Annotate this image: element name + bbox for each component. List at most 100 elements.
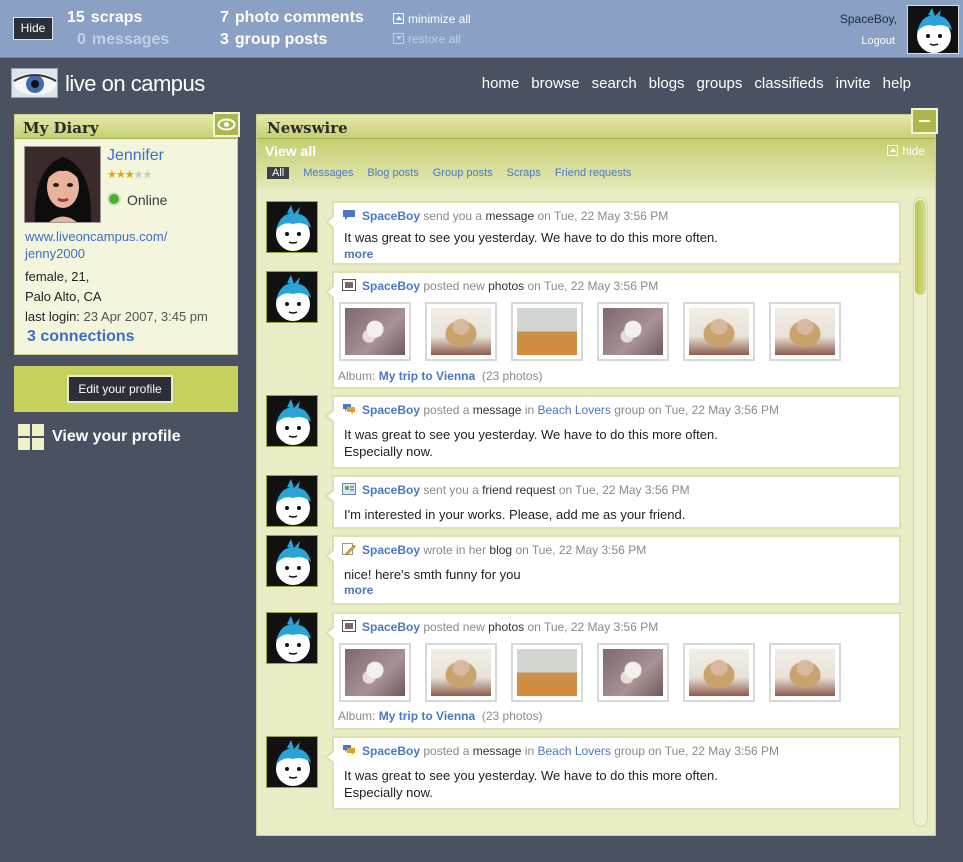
photo-thumbnail[interactable] bbox=[511, 643, 583, 702]
photo-thumbnail[interactable] bbox=[769, 302, 841, 361]
profile-url-line2: jenny2000 bbox=[25, 246, 85, 261]
nav-browse[interactable]: browse bbox=[531, 75, 579, 92]
messages-link[interactable]: 0 messages bbox=[77, 31, 169, 49]
photo-thumbnail[interactable] bbox=[683, 643, 755, 702]
item-user-link[interactable]: SpaceBoy bbox=[362, 403, 420, 417]
photo-thumbnail[interactable] bbox=[339, 302, 411, 361]
item-avatar[interactable] bbox=[266, 201, 318, 253]
album-link[interactable]: My trip to Vienna bbox=[379, 369, 475, 383]
item-meta: SpaceBoy posted new photos on Tue, 22 Ma… bbox=[342, 620, 658, 634]
hide-button[interactable]: Hide bbox=[13, 17, 53, 40]
logo-eye-icon[interactable] bbox=[11, 68, 58, 98]
diary-header: My Diary bbox=[15, 112, 240, 139]
item-user-link[interactable]: SpaceBoy bbox=[362, 620, 420, 634]
photo-icon bbox=[342, 620, 356, 632]
filter-group-posts[interactable]: Group posts bbox=[433, 167, 493, 179]
logout-link[interactable]: Logout bbox=[861, 35, 895, 47]
group-link[interactable]: Beach Lovers bbox=[538, 403, 611, 417]
item-object: photos bbox=[488, 279, 525, 293]
minimize-all-button[interactable]: minimize all bbox=[393, 12, 471, 26]
filter-friend-requests[interactable]: Friend requests bbox=[555, 167, 631, 179]
edit-profile-button[interactable]: Edit your profile bbox=[67, 375, 173, 403]
item-time: on Tue, 22 May 3:56 PM bbox=[515, 543, 647, 557]
photo-thumbnails bbox=[339, 302, 841, 361]
item-avatar[interactable] bbox=[266, 736, 318, 788]
filter-messages[interactable]: Messages bbox=[303, 167, 353, 179]
album-link[interactable]: My trip to Vienna bbox=[379, 709, 475, 723]
current-user-avatar[interactable] bbox=[907, 5, 959, 54]
messages-label: messages bbox=[91, 31, 170, 48]
newswire-toolbar: View all hide All Messages Blog posts Gr… bbox=[257, 139, 935, 189]
news-item-group-message: SpaceBoy posted a message in Beach Lover… bbox=[325, 736, 901, 810]
nav-home[interactable]: home bbox=[482, 75, 520, 92]
hide-newswire-button[interactable]: hide bbox=[887, 144, 925, 158]
item-avatar[interactable] bbox=[266, 395, 318, 447]
nav-groups[interactable]: groups bbox=[697, 75, 743, 92]
group-message-icon bbox=[342, 403, 356, 415]
photo-thumbnail[interactable] bbox=[683, 302, 755, 361]
item-avatar[interactable] bbox=[266, 612, 318, 664]
more-link[interactable]: more bbox=[344, 583, 373, 597]
news-item-group-message: SpaceBoy posted a message in Beach Lover… bbox=[325, 395, 901, 469]
news-item-photos: SpaceBoy posted new photos on Tue, 22 Ma… bbox=[325, 271, 901, 389]
connections-link[interactable]: 3 connections bbox=[27, 328, 135, 346]
blog-pencil-icon bbox=[342, 543, 356, 556]
hide-newswire-label: hide bbox=[902, 144, 925, 158]
item-object: blog bbox=[489, 543, 513, 557]
filter-all[interactable]: All bbox=[267, 167, 290, 179]
item-avatar[interactable] bbox=[266, 535, 318, 587]
item-body-line1: It was great to see you yesterday. We ha… bbox=[344, 427, 718, 442]
spaceboy-avatar-icon bbox=[917, 8, 952, 53]
view-profile-link[interactable]: View your profile bbox=[18, 424, 181, 450]
minimize-panel-icon[interactable] bbox=[911, 108, 938, 134]
item-body-line2: Especially now. bbox=[344, 444, 433, 459]
item-object: message bbox=[485, 209, 535, 223]
profile-photo[interactable] bbox=[24, 146, 101, 223]
profile-url-line1: www.liveoncampus.com/ bbox=[25, 229, 168, 244]
item-user-link[interactable]: SpaceBoy bbox=[362, 543, 420, 557]
site-logo[interactable]: live on campus bbox=[65, 71, 205, 97]
photo-thumbnail[interactable] bbox=[597, 302, 669, 361]
minimize-icon bbox=[393, 13, 404, 24]
photo-icon bbox=[342, 279, 356, 291]
nav-invite[interactable]: invite bbox=[836, 75, 871, 92]
item-body: It was great to see you yesterday. We ha… bbox=[344, 426, 718, 460]
nav-search[interactable]: search bbox=[592, 75, 637, 92]
profile-url-link[interactable]: www.liveoncampus.com/ jenny2000 bbox=[25, 228, 167, 262]
photo-thumbnail[interactable] bbox=[511, 302, 583, 361]
nav-blogs[interactable]: blogs bbox=[649, 75, 685, 92]
view-profile-label: View your profile bbox=[52, 428, 181, 445]
album-count: (23 photos) bbox=[481, 369, 543, 383]
photo-thumbnail[interactable] bbox=[769, 643, 841, 702]
profile-name[interactable]: Jennifer bbox=[107, 147, 164, 165]
newswire-scrollbar[interactable] bbox=[913, 197, 928, 827]
newswire-filters: All Messages Blog posts Group posts Scra… bbox=[267, 167, 631, 179]
nav-help[interactable]: help bbox=[883, 75, 911, 92]
photo-comments-link[interactable]: 7 photo comments bbox=[220, 9, 364, 27]
more-link[interactable]: more bbox=[344, 247, 373, 261]
item-user-link[interactable]: SpaceBoy bbox=[362, 744, 420, 758]
photo-thumbnail[interactable] bbox=[597, 643, 669, 702]
group-posts-label: group posts bbox=[234, 31, 328, 48]
diary-eye-icon[interactable] bbox=[213, 112, 240, 137]
group-posts-link[interactable]: 3 group posts bbox=[220, 31, 327, 49]
item-avatar[interactable] bbox=[266, 475, 318, 527]
item-user-link[interactable]: SpaceBoy bbox=[362, 279, 420, 293]
restore-all-button[interactable]: restore all bbox=[393, 32, 461, 46]
item-avatar[interactable] bbox=[266, 271, 318, 323]
filter-scraps[interactable]: Scraps bbox=[507, 167, 541, 179]
group-message-icon bbox=[342, 744, 356, 756]
photo-thumbnail[interactable] bbox=[425, 643, 497, 702]
scraps-link[interactable]: 15 scraps bbox=[67, 9, 142, 27]
view-all-link[interactable]: View all bbox=[265, 143, 316, 159]
item-user-link[interactable]: SpaceBoy bbox=[362, 483, 420, 497]
item-user-link[interactable]: SpaceBoy bbox=[362, 209, 420, 223]
nav-classifieds[interactable]: classifieds bbox=[754, 75, 823, 92]
group-link[interactable]: Beach Lovers bbox=[538, 744, 611, 758]
item-action: posted new bbox=[423, 620, 485, 634]
album-count: (23 photos) bbox=[481, 709, 543, 723]
filter-blog-posts[interactable]: Blog posts bbox=[367, 167, 418, 179]
photo-thumbnail[interactable] bbox=[339, 643, 411, 702]
scrollbar-thumb[interactable] bbox=[915, 200, 926, 295]
photo-thumbnail[interactable] bbox=[425, 302, 497, 361]
